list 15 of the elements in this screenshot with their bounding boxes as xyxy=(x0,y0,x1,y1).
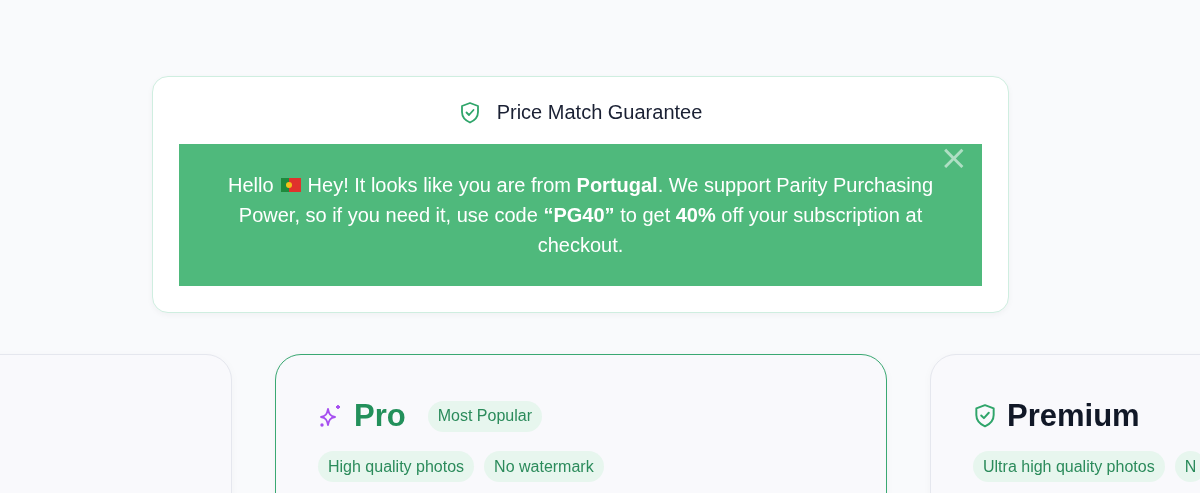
promo-message: Hey! It looks like you are from Portugal. We support Parity Purchasing xyxy=(307,173,933,198)
plan-name: Pro xyxy=(354,398,406,434)
feature-tag: No watermark xyxy=(484,451,604,482)
close-button[interactable]: × xyxy=(939,146,968,168)
flag-icon xyxy=(280,178,301,192)
shield-check-icon xyxy=(973,403,997,429)
shield-check-icon xyxy=(458,100,481,125)
feature-tag: Ultra high quality photos xyxy=(973,451,1165,482)
popular-badge: Most Popular xyxy=(427,400,542,432)
plan-name: Premium xyxy=(1007,398,1140,434)
guarantee-title: Price Match Guarantee xyxy=(496,101,703,124)
feature-tag: High quality photos xyxy=(318,451,475,482)
greeting-text: Hello xyxy=(228,173,274,198)
feature-tag: N xyxy=(1174,451,1200,482)
promo-message: Power, so if you need it, use code “PG40” to get 40% off your subscription at checkout. xyxy=(237,203,924,258)
